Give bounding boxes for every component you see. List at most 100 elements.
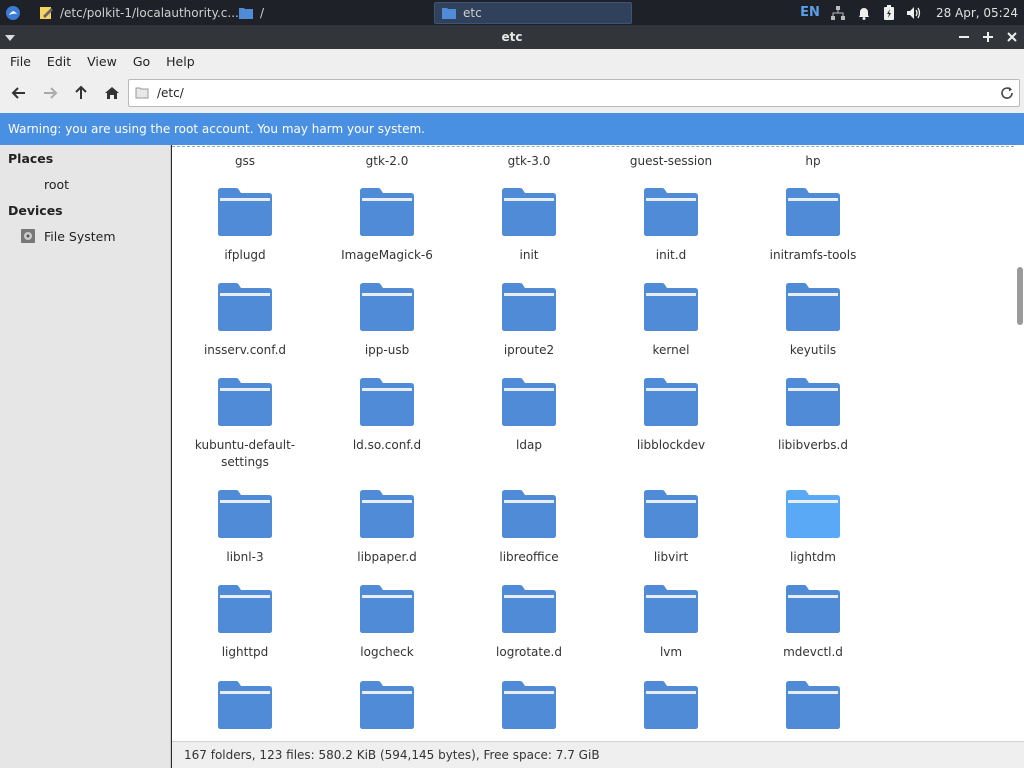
file-item[interactable]: mdevctl.d xyxy=(742,582,884,661)
file-item[interactable]: ld.so.conf.d xyxy=(316,375,458,454)
file-item[interactable] xyxy=(316,678,458,730)
location-path[interactable]: /etc/ xyxy=(157,86,184,100)
file-item[interactable]: kubuntu-default-settings xyxy=(174,375,316,471)
parent-folder-button[interactable] xyxy=(65,78,96,108)
file-item[interactable]: logcheck xyxy=(316,582,458,661)
file-item[interactable] xyxy=(174,678,316,730)
file-item[interactable] xyxy=(742,678,884,730)
folder-icon xyxy=(502,283,556,331)
file-view[interactable]: gss gtk-2.0 gtk-3.0 guest-session hp ifplugd I… xyxy=(172,145,1024,741)
folder-icon xyxy=(218,378,272,426)
folder-icon xyxy=(786,585,840,633)
scrollbar-thumb[interactable] xyxy=(1017,267,1023,325)
file-item[interactable]: logrotate.d xyxy=(458,582,600,661)
folder-icon xyxy=(218,681,272,729)
back-button[interactable] xyxy=(3,78,34,108)
home-folder-icon xyxy=(20,176,36,192)
taskbar: /etc/polkit-1/localauthority.c... / etc … xyxy=(0,0,1024,25)
file-item[interactable]: libnl-3 xyxy=(174,487,316,566)
file-item[interactable]: lighttpd xyxy=(174,582,316,661)
root-warning-bar: Warning: you are using the root account.… xyxy=(0,113,1024,145)
file-item[interactable]: ldap xyxy=(458,375,600,454)
file-item[interactable]: gtk-2.0 xyxy=(316,153,458,170)
task-etc-folder[interactable]: etc xyxy=(434,1,632,24)
file-item[interactable]: libpaper.d xyxy=(316,487,458,566)
file-item[interactable]: ImageMagick-6 xyxy=(316,185,458,264)
sidebar-heading-places: Places xyxy=(8,150,54,166)
forward-button[interactable] xyxy=(34,78,65,108)
text-editor-icon xyxy=(40,6,53,19)
sidebar-item-file-system[interactable]: File System xyxy=(0,223,170,249)
arrow-left-icon xyxy=(11,87,25,99)
chevron-down-icon xyxy=(5,35,15,41)
menubar: File Edit View Go Help xyxy=(0,49,1024,73)
menu-view[interactable]: View xyxy=(79,54,125,69)
reload-button[interactable] xyxy=(999,85,1015,104)
volume-icon[interactable] xyxy=(906,5,922,21)
folder-icon xyxy=(360,585,414,633)
folder-icon xyxy=(360,188,414,236)
folder-icon xyxy=(644,378,698,426)
file-item[interactable] xyxy=(600,678,742,730)
maximize-button[interactable] xyxy=(982,31,994,43)
file-item[interactable] xyxy=(458,678,600,730)
file-item[interactable]: lightdm xyxy=(742,487,884,566)
root-warning-text: Warning: you are using the root account.… xyxy=(8,122,425,136)
menu-help[interactable]: Help xyxy=(158,54,203,69)
home-button[interactable] xyxy=(96,78,127,108)
folder-icon xyxy=(218,283,272,331)
file-item[interactable]: initramfs-tools xyxy=(742,185,884,264)
menu-edit[interactable]: Edit xyxy=(39,54,79,69)
statusbar: 167 folders, 123 files: 580.2 KiB (594,1… xyxy=(172,741,1024,768)
window-menu-button[interactable] xyxy=(5,31,15,45)
file-item[interactable]: libvirt xyxy=(600,487,742,566)
folder-icon xyxy=(644,188,698,236)
folder-icon xyxy=(502,681,556,729)
menu-file[interactable]: File xyxy=(2,54,39,69)
window-title: etc xyxy=(501,30,523,44)
task-editor[interactable]: /etc/polkit-1/localauthority.c... xyxy=(32,2,245,24)
file-item[interactable]: gss xyxy=(174,153,316,170)
sidebar-heading-devices: Devices xyxy=(8,202,63,218)
file-item[interactable]: gtk-3.0 xyxy=(458,153,600,170)
file-item[interactable]: insserv.conf.d xyxy=(174,280,316,359)
minimize-button[interactable] xyxy=(958,31,970,43)
vertical-scrollbar[interactable] xyxy=(1016,145,1024,741)
arrow-right-icon xyxy=(43,87,57,99)
home-icon xyxy=(104,87,119,99)
folder-icon xyxy=(644,490,698,538)
file-item[interactable]: ipp-usb xyxy=(316,280,458,359)
clock[interactable]: 28 Apr, 05:24 xyxy=(936,6,1018,20)
mouse-logo-icon xyxy=(6,5,20,20)
close-button[interactable] xyxy=(1006,31,1018,43)
file-item[interactable]: libibverbs.d xyxy=(742,375,884,454)
file-item[interactable]: iproute2 xyxy=(458,280,600,359)
app-menu-button[interactable] xyxy=(0,0,26,25)
file-item[interactable]: lvm xyxy=(600,582,742,661)
battery-icon[interactable] xyxy=(882,4,896,21)
network-icon[interactable] xyxy=(830,5,846,21)
file-item[interactable]: hp xyxy=(742,153,884,170)
keyboard-layout-indicator[interactable]: EN xyxy=(800,5,820,20)
task-root-folder[interactable]: / xyxy=(232,2,270,24)
menu-go[interactable]: Go xyxy=(125,54,158,69)
file-item[interactable]: keyutils xyxy=(742,280,884,359)
folder-outline-icon xyxy=(135,87,149,99)
folder-icon xyxy=(218,188,272,236)
file-item[interactable]: ifplugd xyxy=(174,185,316,264)
file-item[interactable]: guest-session xyxy=(600,153,742,170)
file-item[interactable]: init xyxy=(458,185,600,264)
folder-icon xyxy=(442,7,456,19)
file-item[interactable]: init.d xyxy=(600,185,742,264)
window-titlebar: etc xyxy=(0,25,1024,49)
file-item[interactable]: libblockdev xyxy=(600,375,742,454)
reload-icon xyxy=(1001,87,1013,99)
file-item[interactable]: kernel xyxy=(600,280,742,359)
location-bar[interactable]: /etc/ xyxy=(128,79,1020,107)
sidebar-item-root[interactable]: root xyxy=(0,171,170,197)
notification-bell-icon[interactable] xyxy=(856,5,872,21)
folder-icon xyxy=(502,188,556,236)
toolbar: /etc/ xyxy=(0,73,1024,113)
file-item[interactable]: libreoffice xyxy=(458,487,600,566)
arrow-up-icon xyxy=(74,85,87,99)
